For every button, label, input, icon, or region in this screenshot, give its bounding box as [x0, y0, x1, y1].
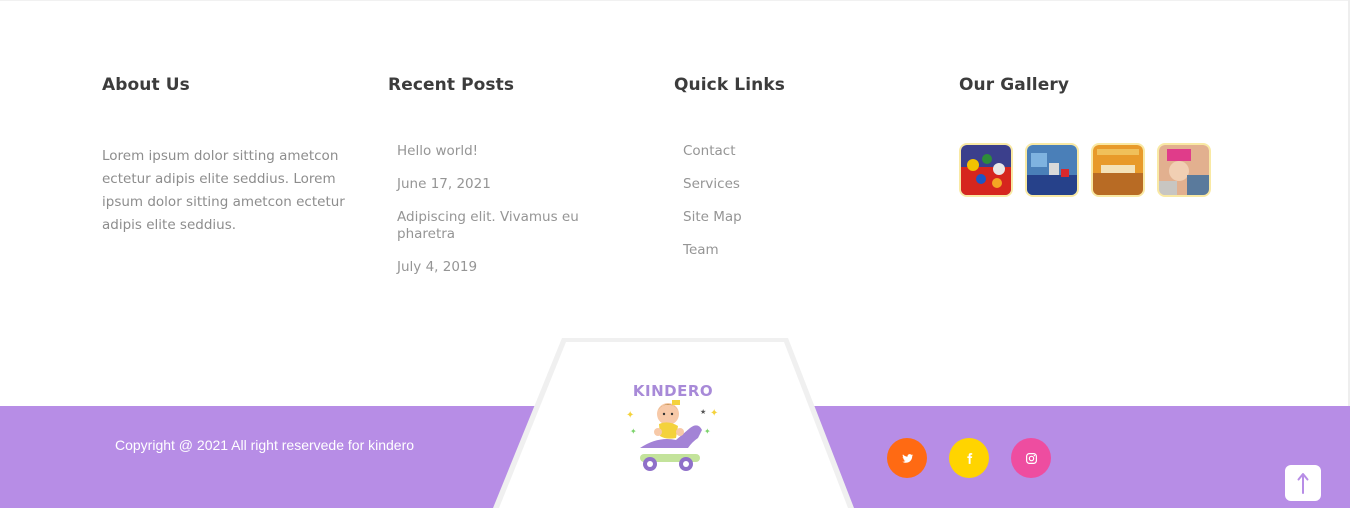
gallery-section: Our Gallery: [959, 75, 1211, 197]
recent-post-link[interactable]: Adipiscing elit. Vivamus eu pharetra: [397, 209, 597, 243]
svg-text:✦: ✦: [704, 427, 711, 436]
recent-post-link[interactable]: Hello world!: [397, 143, 597, 160]
kindero-logo-graphic: KINDERO ✦ ✦ ✦ ✦ ★: [626, 382, 718, 471]
twitter-icon: [901, 453, 913, 463]
quick-links-title: Quick Links: [674, 75, 785, 95]
quick-link-site-map[interactable]: Site Map: [683, 209, 883, 226]
recent-post-date[interactable]: June 17, 2021: [397, 176, 597, 193]
gallery-image-1[interactable]: [959, 143, 1013, 197]
logo-text: KINDERO: [633, 382, 713, 400]
quick-links-section: Quick Links Contact Services Site Map Te…: [674, 75, 785, 258]
quick-link-services[interactable]: Services: [683, 176, 883, 193]
quick-links-list: Contact Services Site Map Team: [683, 143, 883, 275]
facebook-button[interactable]: [949, 438, 989, 478]
recent-posts-list: Hello world! June 17, 2021 Adipiscing el…: [397, 143, 597, 292]
kindero-logo[interactable]: KINDERO ✦ ✦ ✦ ✦ ★: [618, 376, 728, 480]
svg-text:★: ★: [700, 408, 706, 416]
scroll-to-top-button[interactable]: [1285, 465, 1321, 501]
twitter-button[interactable]: [887, 438, 927, 478]
top-divider: [0, 0, 1350, 1]
gallery-image-4[interactable]: [1157, 143, 1211, 197]
svg-text:✦: ✦: [626, 410, 634, 421]
about-section: About Us Lorem ipsum dolor sitting ametc…: [102, 75, 345, 233]
recent-posts-section: Recent Posts Hello world! June 17, 2021 …: [388, 75, 579, 275]
facebook-icon: [966, 452, 972, 464]
gallery-title: Our Gallery: [959, 75, 1070, 95]
about-title: About Us: [102, 75, 190, 95]
about-text: Lorem ipsum dolor sitting ametcon ectetu…: [102, 148, 345, 233]
copyright-text: Copyright @ 2021 All right reservede for…: [115, 437, 415, 453]
recent-post-date[interactable]: July 4, 2019: [397, 259, 597, 276]
arrow-up-icon: [1297, 473, 1309, 494]
quick-link-contact[interactable]: Contact: [683, 143, 883, 160]
recent-posts-title: Recent Posts: [388, 75, 515, 95]
svg-text:✦: ✦: [630, 427, 637, 436]
instagram-icon: [1025, 452, 1037, 464]
gallery-image-3[interactable]: [1091, 143, 1145, 197]
svg-text:✦: ✦: [710, 408, 718, 419]
instagram-button[interactable]: [1011, 438, 1051, 478]
gallery-grid: [959, 143, 1223, 197]
quick-link-team[interactable]: Team: [683, 242, 883, 259]
gallery-image-2[interactable]: [1025, 143, 1079, 197]
